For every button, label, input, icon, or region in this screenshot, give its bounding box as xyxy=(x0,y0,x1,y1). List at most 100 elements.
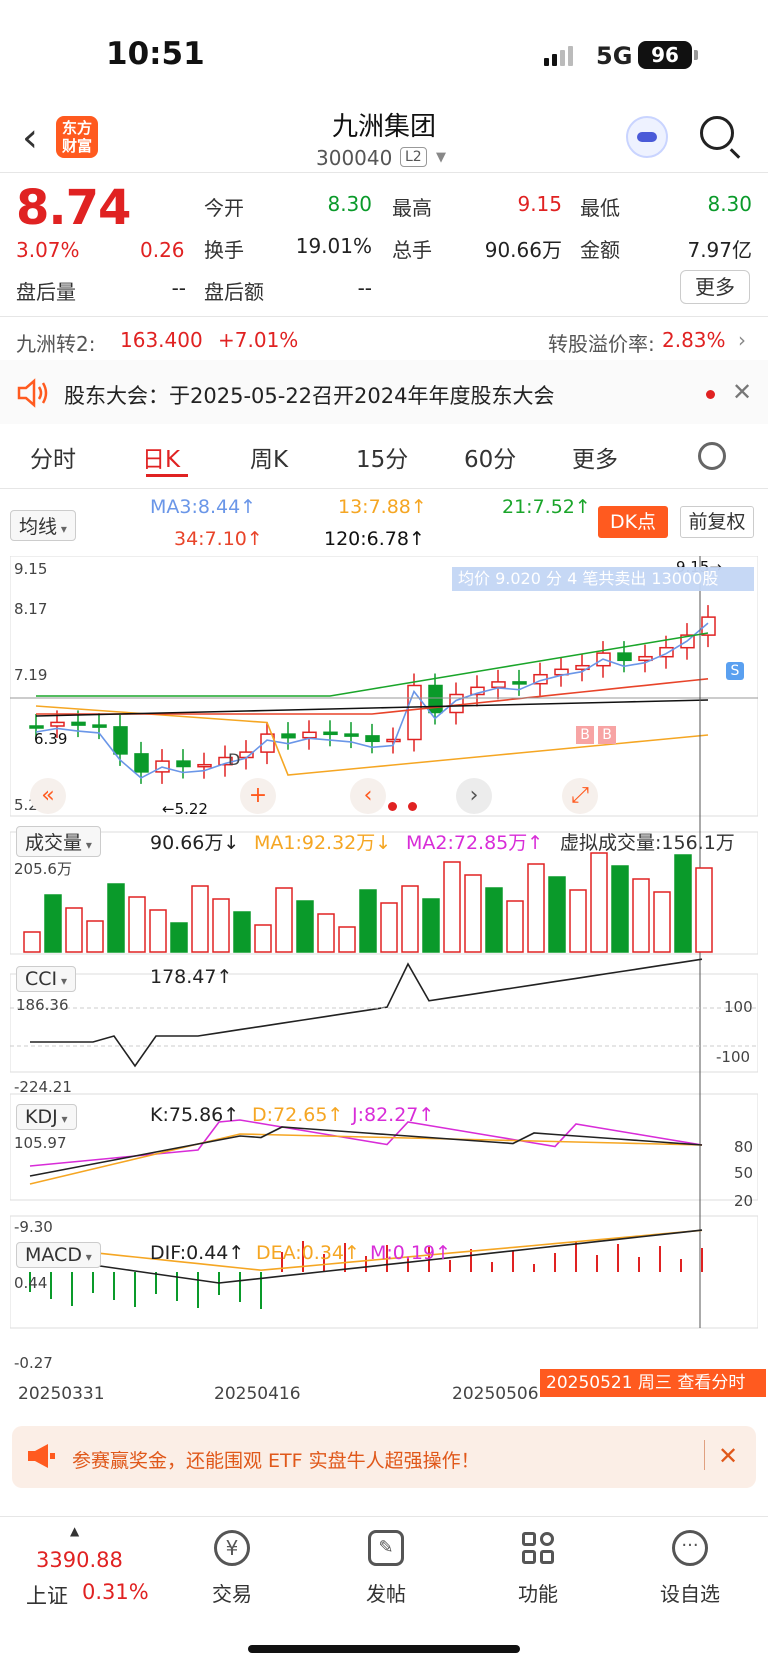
tab-minute[interactable]: 分时 xyxy=(30,440,76,474)
low-value: 8.30 xyxy=(707,192,752,216)
close-icon[interactable]: ✕ xyxy=(732,378,752,406)
volume-bar xyxy=(317,913,335,953)
battery-tip xyxy=(694,50,698,60)
status-time: 10:51 xyxy=(106,36,205,72)
date-label: 20250506 xyxy=(452,1384,539,1404)
yen-icon[interactable]: ¥ xyxy=(214,1530,250,1566)
volume-bar xyxy=(590,852,608,953)
candle xyxy=(344,733,359,737)
volume-select[interactable]: 成交量 xyxy=(16,826,101,857)
volume-bar xyxy=(464,874,482,953)
battery-icon: 96 xyxy=(638,41,692,69)
ma120-label: 120:6.78↑ xyxy=(324,528,425,550)
nav-post[interactable]: 发帖 xyxy=(336,1578,436,1607)
macd-select[interactable]: MACD xyxy=(16,1242,101,1268)
price-pct: 3.07% xyxy=(16,238,80,262)
volume-bar xyxy=(506,900,524,953)
cci-select[interactable]: CCI xyxy=(16,966,76,992)
volume-value: 90.66万 xyxy=(484,238,562,262)
macd-axis-top: 0.44 xyxy=(14,1274,48,1292)
volume-bar xyxy=(23,931,41,953)
open-value: 8.30 xyxy=(327,192,372,216)
cci-minus100: -100 xyxy=(716,1048,751,1066)
kdj-axis-top: 105.97 xyxy=(14,1134,67,1152)
volume-bar xyxy=(443,861,461,953)
caret-down-icon[interactable]: ▼ xyxy=(436,150,446,165)
notice-text[interactable]: 股东大会：于2025-05-22召开2024年年度股东大会 xyxy=(64,380,554,410)
more-dots-icon[interactable]: ··· xyxy=(672,1530,708,1566)
volume-bar xyxy=(254,924,272,953)
zoom-in-icon[interactable]: + xyxy=(240,778,276,814)
index-value[interactable]: 3390.88 xyxy=(36,1548,123,1572)
candle xyxy=(197,763,212,768)
nav-function[interactable]: 功能 xyxy=(488,1578,588,1607)
cci-panel xyxy=(10,973,758,1073)
volume-bar xyxy=(170,922,188,953)
ma34-label: 34:7.10↑ xyxy=(174,528,263,550)
tab-60min[interactable]: 60分 xyxy=(464,440,516,474)
macd-panel xyxy=(10,1215,758,1329)
dk-point-button[interactable]: DK点 xyxy=(598,506,668,538)
kdj-select[interactable]: KDJ xyxy=(16,1104,77,1130)
tab-more[interactable]: 更多 xyxy=(572,440,618,474)
cci-value: 178.47↑ xyxy=(150,966,233,988)
more-button[interactable]: 更多 xyxy=(680,270,750,304)
network-label: 5G xyxy=(596,42,633,70)
s-badge: S xyxy=(726,662,744,680)
divider xyxy=(704,1440,705,1470)
bond-name[interactable]: 九洲转2: xyxy=(16,328,95,357)
unread-dot xyxy=(706,390,715,399)
adjust-button[interactable]: 前复权 xyxy=(680,506,754,538)
view-minute-button[interactable]: 20250521 周三 查看分时 xyxy=(540,1369,766,1397)
promo-text[interactable]: 参赛赢奖金，还能围观 ETF 实盘牛人超强操作！ xyxy=(72,1446,480,1473)
fullscreen-icon[interactable]: ⤢ xyxy=(562,778,598,814)
edit-icon[interactable]: ✎ xyxy=(368,1530,404,1566)
caret-up-icon: ▲ xyxy=(70,1524,80,1538)
nav-watchlist[interactable]: 设自选 xyxy=(640,1578,740,1607)
active-tab-indicator xyxy=(146,474,188,477)
candle xyxy=(302,731,317,739)
vol-ma2-label: MA2:72.85万↑ xyxy=(406,832,544,854)
tab-15min[interactable]: 15分 xyxy=(356,440,408,474)
candle xyxy=(407,684,422,741)
ma-select[interactable]: 均线 xyxy=(10,510,76,541)
tab-daily-k[interactable]: 日K xyxy=(142,440,180,474)
low-label: 最低 xyxy=(580,196,620,220)
kdj-80: 80 xyxy=(734,1138,754,1156)
close-icon[interactable]: ✕ xyxy=(718,1442,738,1470)
candle xyxy=(92,724,107,728)
d-signal: D xyxy=(228,750,241,769)
volume-bar xyxy=(695,867,713,953)
volume-bar xyxy=(128,896,146,953)
prev-icon[interactable]: ‹ xyxy=(350,778,386,814)
index-name[interactable]: 上证 xyxy=(26,1580,68,1610)
volume-bar xyxy=(65,907,83,953)
kdj-k-line xyxy=(29,1126,703,1177)
rewind-icon[interactable]: « xyxy=(30,778,66,814)
grid-icon[interactable] xyxy=(520,1530,556,1566)
chevron-right-icon[interactable]: › xyxy=(738,328,746,352)
level-badge: L2 xyxy=(400,147,427,167)
low-marker: ←5.22 xyxy=(162,800,208,818)
kdj-50: 50 xyxy=(734,1164,754,1182)
volume-bar xyxy=(275,887,293,953)
trade-tooltip: 均价 9.020 分 4 笔共卖出 13000股 xyxy=(452,567,754,591)
kdj-k: K:75.86↑ xyxy=(150,1104,240,1126)
nav-trade[interactable]: 交易 xyxy=(182,1578,282,1607)
index-pct[interactable]: 0.31% xyxy=(82,1580,149,1604)
volume-axis-max: 205.6万 xyxy=(14,860,72,878)
candle xyxy=(281,733,296,739)
amount-value: 7.97亿 xyxy=(687,238,752,262)
tab-weekly-k[interactable]: 周K xyxy=(250,440,288,474)
divider xyxy=(0,316,768,317)
volume-bar xyxy=(191,885,209,953)
macd-axis-bottom: -0.27 xyxy=(14,1354,53,1372)
gear-icon[interactable] xyxy=(698,442,726,470)
volume-bar xyxy=(632,878,650,953)
search-icon[interactable] xyxy=(700,116,734,150)
next-icon[interactable]: › xyxy=(456,778,492,814)
assistant-robot-icon[interactable] xyxy=(626,116,668,158)
turnover-value: 19.01% xyxy=(295,234,372,258)
volume-bar xyxy=(611,865,629,953)
home-indicator xyxy=(248,1645,520,1653)
